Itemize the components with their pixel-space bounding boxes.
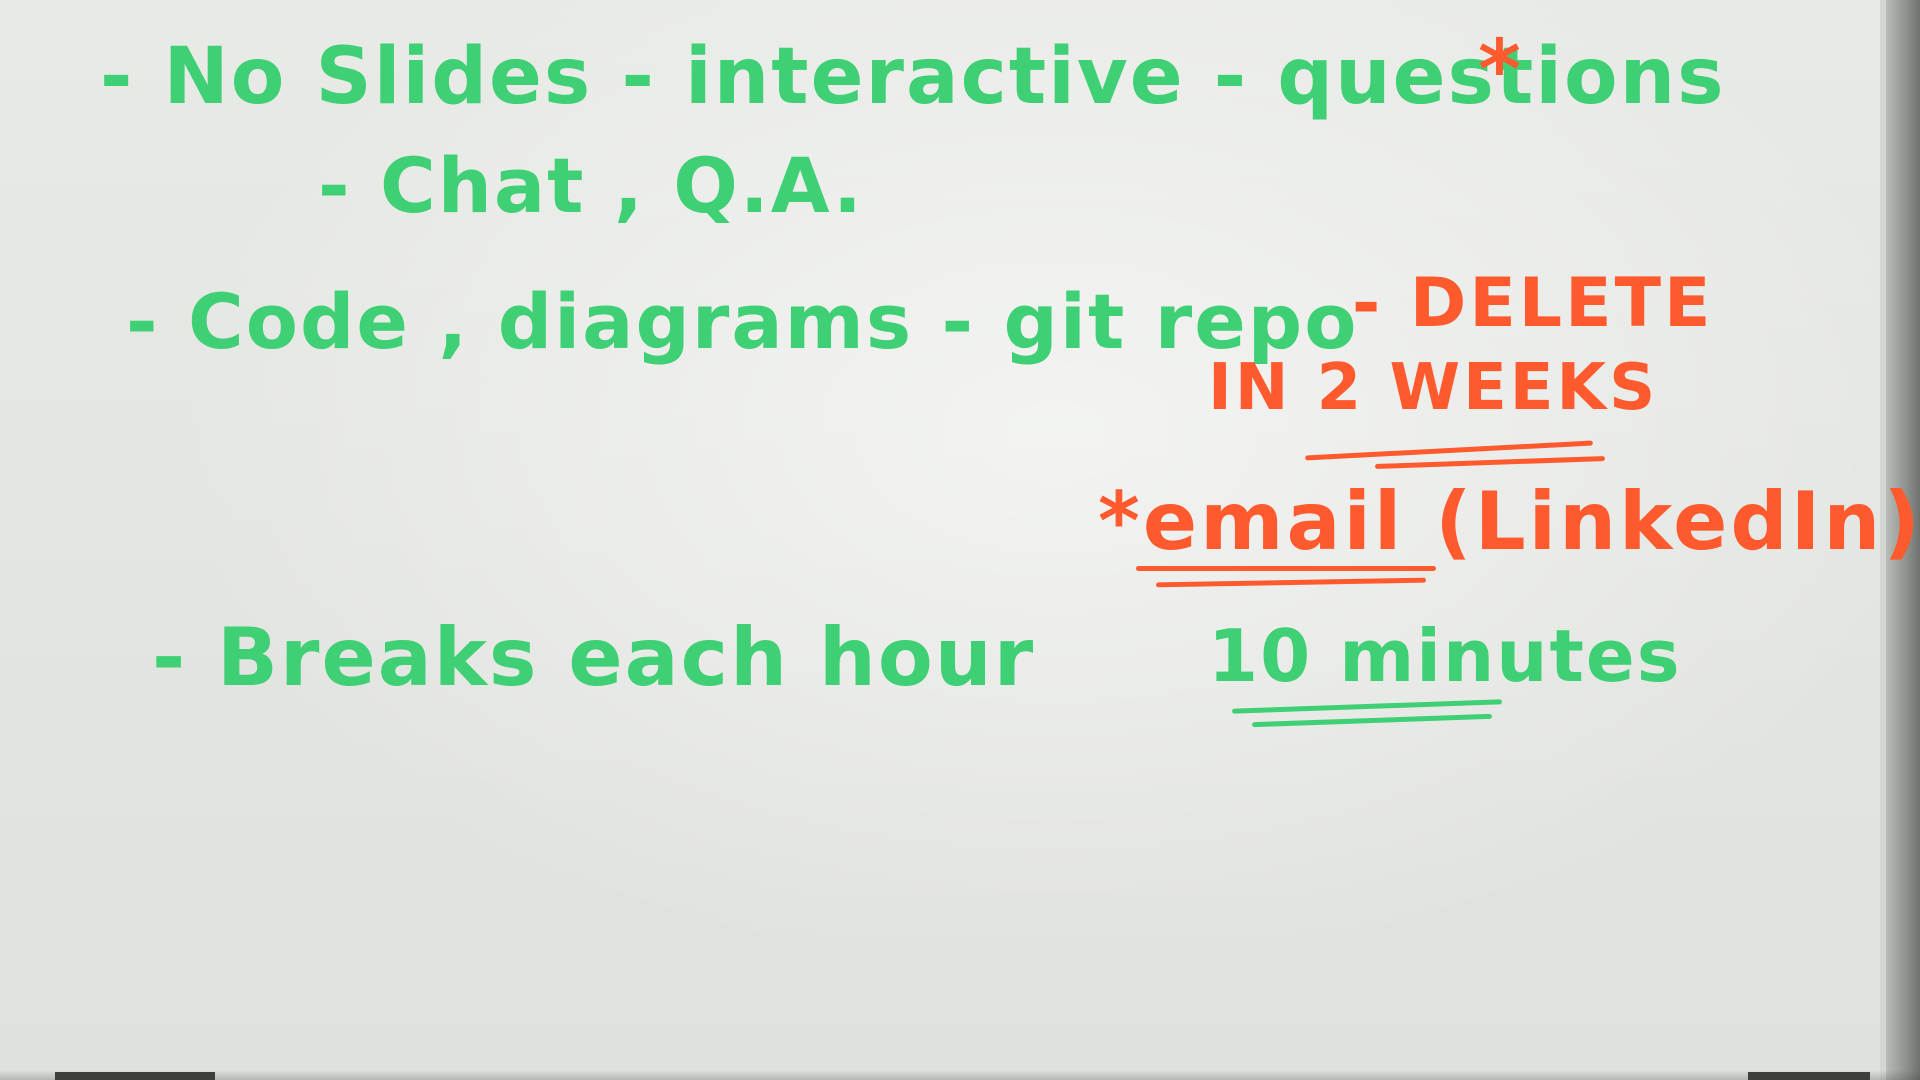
underline-email [1136, 566, 1436, 571]
bullet-chat-qa: - Chat , Q.A. [318, 141, 864, 230]
breaks-duration: 10 minutes [1208, 614, 1682, 698]
tray-clip-left [55, 1072, 215, 1080]
tray-shadow [0, 1070, 1920, 1080]
bullet-code-diagrams: - Code , diagrams - git repo [126, 277, 1359, 366]
note-in-two-weeks: IN 2 WEEKS [1208, 351, 1659, 425]
asterisk-marker: * [1478, 23, 1524, 118]
note-delete: - DELETE [1352, 264, 1714, 343]
bullet-breaks: - Breaks each hour [152, 611, 1036, 704]
tray-clip-right [1748, 1072, 1870, 1080]
note-email-linkedin: *email (LinkedIn) [1098, 475, 1920, 568]
